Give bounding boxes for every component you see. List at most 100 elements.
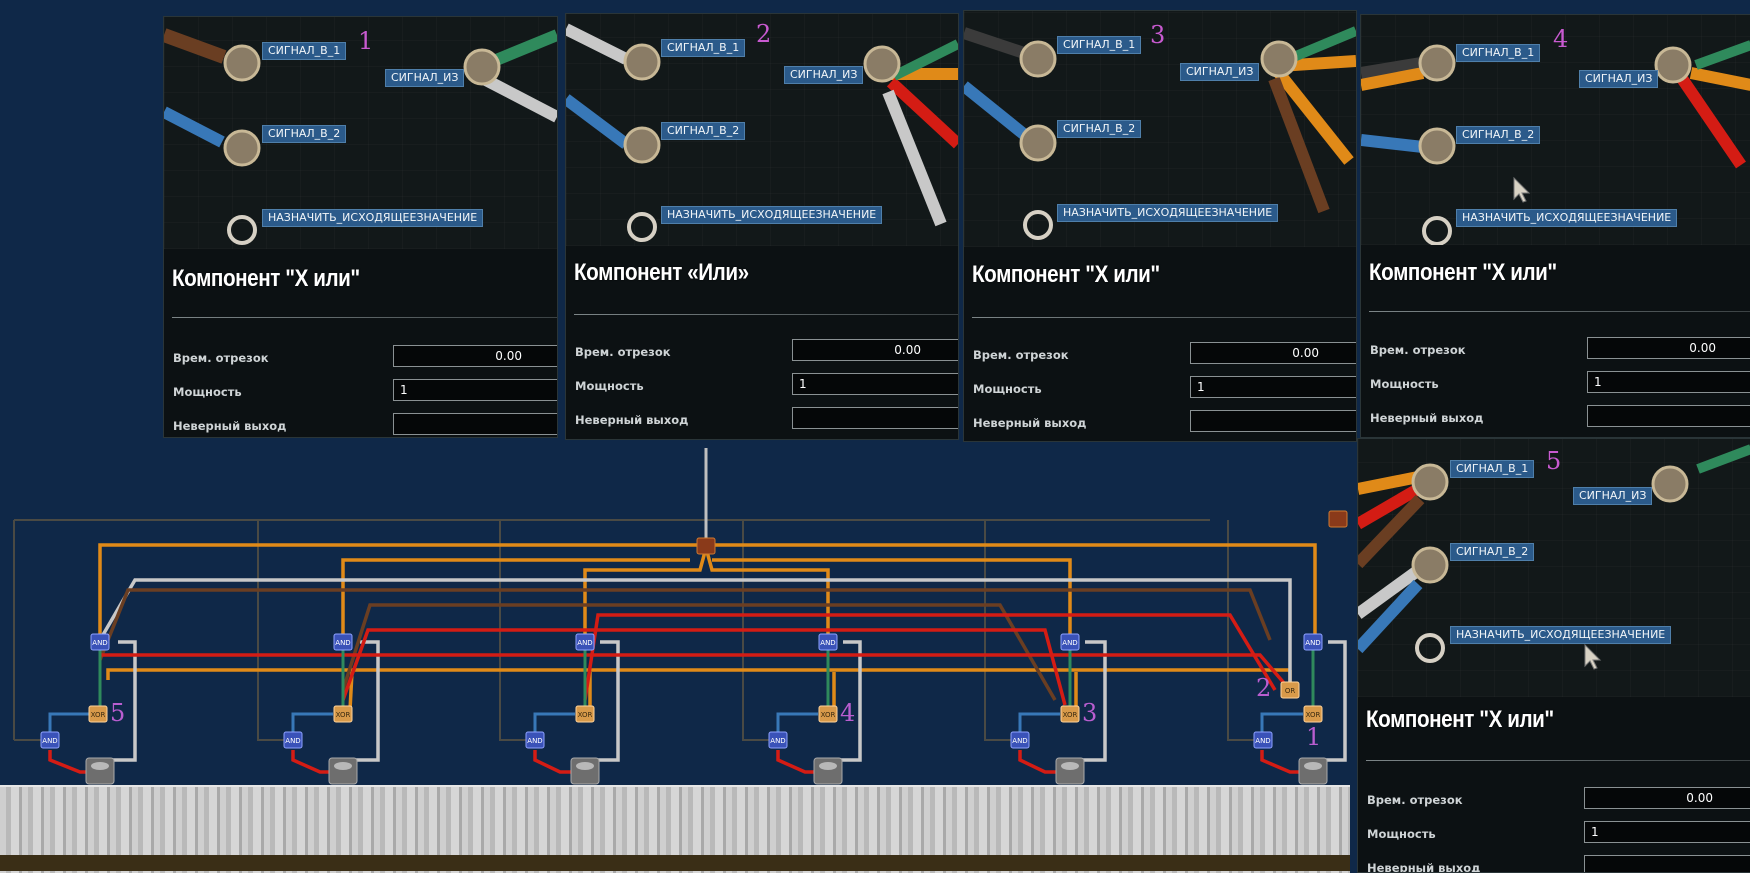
- pin-signal-out[interactable]: СИГНАЛ_ИЗ: [385, 69, 465, 87]
- gate-number-2: 2: [1256, 674, 1272, 702]
- gate-number-1: 1: [1306, 723, 1322, 751]
- xor-gate[interactable]: XOR: [818, 705, 838, 723]
- and-gate-bottom[interactable]: AND: [1010, 731, 1030, 749]
- panel-index: 2: [756, 20, 772, 48]
- power-field[interactable]: 1: [1587, 371, 1750, 393]
- gate-label: XOR: [336, 711, 351, 719]
- lamp-icon[interactable]: [328, 757, 358, 785]
- false-output-field[interactable]: [1587, 405, 1750, 427]
- gate-label: AND: [1062, 639, 1077, 647]
- lamp-icon[interactable]: [1298, 757, 1328, 785]
- panel-index: 1: [358, 27, 374, 55]
- pin-set-output[interactable]: НАЗНАЧИТЬ_ИСХОДЯЩЕЕЗНАЧЕНИЕ: [262, 209, 484, 227]
- junction-box: [696, 537, 716, 555]
- and-gate-top[interactable]: AND: [575, 633, 595, 651]
- panel-title: Компонент "Х или": [1369, 259, 1557, 286]
- pin-signal-out[interactable]: СИГНАЛ_ИЗ: [1579, 70, 1659, 88]
- and-gate-top[interactable]: AND: [1060, 633, 1080, 651]
- pin-signal-in-1[interactable]: СИГНАЛ_В_1: [1456, 44, 1541, 62]
- row-label-false-output: Неверный выход: [1367, 861, 1481, 873]
- panel-wiring-art: [1358, 439, 1750, 697]
- orange-wires: [98, 541, 1317, 711]
- gate-label: AND: [1012, 737, 1027, 745]
- time-field[interactable]: 0.00: [1190, 342, 1356, 364]
- blue-wires: [48, 712, 1303, 735]
- xor-gate[interactable]: XOR: [575, 705, 595, 723]
- and-gate-top[interactable]: AND: [333, 633, 353, 651]
- or-gate[interactable]: OR: [1280, 681, 1300, 699]
- power-field[interactable]: 1: [393, 379, 557, 401]
- xor-gate[interactable]: XOR: [333, 705, 353, 723]
- and-gate-top[interactable]: AND: [1303, 633, 1323, 651]
- panel-title: Компонент "Х или": [172, 265, 360, 292]
- row-label-time: Врем. отрезок: [173, 351, 269, 365]
- and-gate-bottom[interactable]: AND: [40, 731, 60, 749]
- pin-signal-in-1[interactable]: СИГНАЛ_В_1: [1057, 36, 1142, 54]
- pin-set-output[interactable]: НАЗНАЧИТЬ_ИСХОДЯЩЕЕЗНАЧЕНИЕ: [1057, 204, 1279, 222]
- lamp-icon[interactable]: [85, 757, 115, 785]
- panel-index: 3: [1150, 21, 1166, 49]
- row-label-power: Мощность: [575, 379, 644, 393]
- xor-gate[interactable]: XOR: [1060, 705, 1080, 723]
- power-field[interactable]: 1: [1584, 821, 1750, 843]
- row-label-power: Мощность: [973, 382, 1042, 396]
- mouse-cursor-icon: [1513, 177, 1531, 203]
- power-field[interactable]: 1: [1190, 376, 1356, 398]
- brown-wires: [98, 588, 1272, 701]
- time-field[interactable]: 0.00: [393, 345, 557, 367]
- pin-set-output[interactable]: НАЗНАЧИТЬ_ИСХОДЯЩЕЕЗНАЧЕНИЕ: [1456, 209, 1678, 227]
- gate-label: XOR: [91, 711, 106, 719]
- time-field[interactable]: 0.00: [1584, 787, 1750, 809]
- component-panel-4: СИГНАЛ_В_1 СИГНАЛ_В_2 СИГНАЛ_ИЗ НАЗНАЧИТ…: [1360, 14, 1750, 438]
- and-gate-top[interactable]: AND: [818, 633, 838, 651]
- lamp-icon[interactable]: [1055, 757, 1085, 785]
- gate-number-4: 4: [840, 699, 856, 727]
- pin-signal-in-1[interactable]: СИГНАЛ_В_1: [262, 42, 347, 60]
- pin-signal-in-1[interactable]: СИГНАЛ_В_1: [1450, 460, 1535, 478]
- gate-label: AND: [527, 737, 542, 745]
- gate-label: AND: [1305, 639, 1320, 647]
- gate-label: XOR: [1063, 711, 1078, 719]
- and-gate-bottom[interactable]: AND: [525, 731, 545, 749]
- lamp-icon[interactable]: [813, 757, 843, 785]
- panel-title: Компонент "Х или": [1366, 706, 1554, 733]
- row-label-power: Мощность: [1370, 377, 1439, 391]
- and-gate-bottom[interactable]: AND: [1253, 731, 1273, 749]
- divider: [1366, 760, 1750, 761]
- false-output-field[interactable]: [1584, 855, 1750, 872]
- time-field[interactable]: 0.00: [1587, 337, 1750, 359]
- pin-signal-out[interactable]: СИГНАЛ_ИЗ: [784, 66, 864, 84]
- pin-signal-out[interactable]: СИГНАЛ_ИЗ: [1573, 487, 1653, 505]
- and-gate-top[interactable]: AND: [90, 633, 110, 651]
- power-field[interactable]: 1: [792, 373, 958, 395]
- pin-signal-in-2[interactable]: СИГНАЛ_В_2: [1456, 126, 1541, 144]
- and-gate-bottom[interactable]: AND: [768, 731, 788, 749]
- floor-edge: [0, 855, 1350, 871]
- pin-set-output[interactable]: НАЗНАЧИТЬ_ИСХОДЯЩЕЕЗНАЧЕНИЕ: [661, 206, 883, 224]
- divider: [1369, 311, 1750, 312]
- false-output-field[interactable]: [393, 413, 557, 435]
- pin-set-output[interactable]: НАЗНАЧИТЬ_ИСХОДЯЩЕЕЗНАЧЕНИЕ: [1450, 626, 1672, 644]
- row-label-time: Врем. отрезок: [575, 345, 671, 359]
- pin-signal-in-2[interactable]: СИГНАЛ_В_2: [262, 125, 347, 143]
- pin-signal-out[interactable]: СИГНАЛ_ИЗ: [1180, 63, 1260, 81]
- xor-gate[interactable]: XOR: [88, 705, 108, 723]
- gate-number-5: 5: [110, 699, 126, 727]
- pin-signal-in-1[interactable]: СИГНАЛ_В_1: [661, 39, 746, 57]
- false-output-field[interactable]: [1190, 410, 1356, 432]
- false-output-field[interactable]: [792, 407, 958, 429]
- xor-gate[interactable]: XOR: [1303, 705, 1323, 723]
- junction-box: [1328, 510, 1348, 528]
- pin-signal-in-2[interactable]: СИГНАЛ_В_2: [1057, 120, 1142, 138]
- panel-index: 4: [1553, 25, 1569, 53]
- pin-signal-in-2[interactable]: СИГНАЛ_В_2: [1450, 543, 1535, 561]
- and-gate-bottom[interactable]: AND: [283, 731, 303, 749]
- row-label-false-output: Неверный выход: [1370, 411, 1484, 425]
- lamp-icon[interactable]: [570, 757, 600, 785]
- gate-label: AND: [285, 737, 300, 745]
- row-label-false-output: Неверный выход: [973, 416, 1087, 430]
- divider: [972, 317, 1356, 318]
- pin-signal-in-2[interactable]: СИГНАЛ_В_2: [661, 122, 746, 140]
- row-label-time: Врем. отрезок: [1370, 343, 1466, 357]
- time-field[interactable]: 0.00: [792, 339, 958, 361]
